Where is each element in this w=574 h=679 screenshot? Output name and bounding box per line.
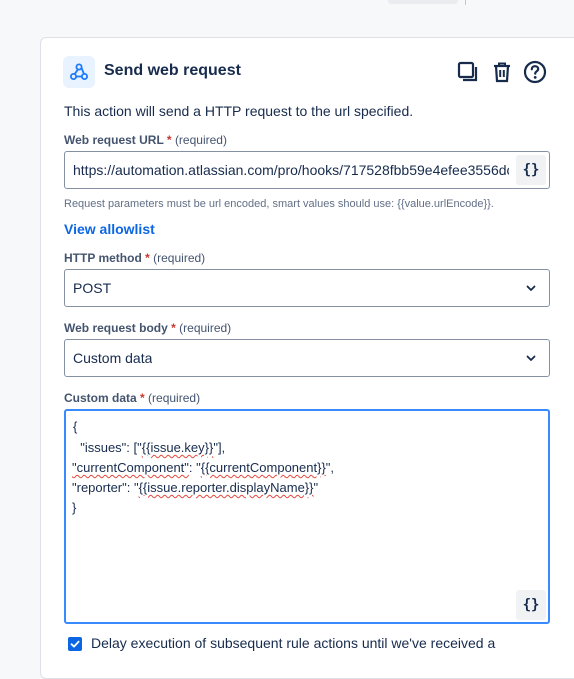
card-title: Send web request [104,62,241,79]
top-divider [465,0,466,5]
code-text: " [313,480,319,495]
required-star: * [140,391,145,405]
top-strip [0,0,574,14]
url-input-value: https://automation.atlassian.com/pro/hoo… [73,162,509,178]
method-label-text: HTTP method [64,251,142,265]
required-text: (required) [153,251,206,265]
code-line: "issues": ["{{issue.key}}"], [73,440,225,455]
smart-value: {{currentComponent}} [200,460,326,475]
delay-checkbox[interactable] [68,637,82,651]
required-text: (required) [179,321,232,335]
custom-data-label: Custom data * (required) [64,391,200,405]
url-input[interactable]: https://automation.atlassian.com/pro/hoo… [64,151,550,189]
code-line: "currentComponent": "{{currentComponent}… [72,460,334,475]
smart-value: {{issue.reporter.displayName}} [138,480,314,495]
code-text: "issues": [" [73,440,142,455]
copy-icon[interactable] [456,60,480,84]
required-text: (required) [148,391,201,405]
card-header: Send web request [63,56,563,88]
delay-checkbox-label: Delay execution of subsequent rule actio… [91,635,496,651]
custom-data-label-text: Custom data [64,391,137,405]
code-line: "reporter": "{{issue.reporter.displayNam… [72,480,318,495]
url-helper-text: Request parameters must be url encoded, … [64,198,494,210]
url-label: Web request URL * (required) [64,133,227,147]
chevron-down-icon [526,355,536,361]
request-body-select[interactable]: Custom data [64,339,550,377]
code-line: { [73,419,78,434]
code-text: "], [213,440,226,455]
action-description: This action will send a HTTP request to … [64,103,414,119]
required-text: (required) [174,133,227,147]
chevron-down-icon [526,285,536,291]
custom-data-textarea[interactable]: { "issues": ["{{issue.key}}"], "currentC… [64,409,550,624]
url-label-text: Web request URL [64,133,164,147]
view-allowlist-link[interactable]: View allowlist [64,221,155,237]
top-tab-edge [388,0,458,4]
http-method-value: POST [73,280,112,296]
body-label: Web request body * (required) [64,321,231,335]
code-line: } [72,500,77,515]
method-label: HTTP method * (required) [64,251,205,265]
smart-value: {{issue.key}} [141,440,214,455]
required-star: * [145,251,150,265]
webhook-icon [63,56,95,88]
http-method-select[interactable]: POST [64,269,550,307]
check-icon [70,640,80,648]
help-icon[interactable] [523,60,547,84]
code-key: "currentComponent" [72,460,189,475]
required-star: * [171,321,176,335]
request-body-value: Custom data [73,350,153,366]
trash-icon[interactable] [490,60,514,84]
code-text: ", [325,460,335,475]
url-smart-value-button[interactable]: {} [516,155,546,185]
required-star: * [166,133,172,147]
custom-data-smart-value-button[interactable]: {} [516,590,546,620]
code-text: "reporter": " [72,480,139,495]
code-text: : " [188,460,201,475]
body-label-text: Web request body [64,321,168,335]
